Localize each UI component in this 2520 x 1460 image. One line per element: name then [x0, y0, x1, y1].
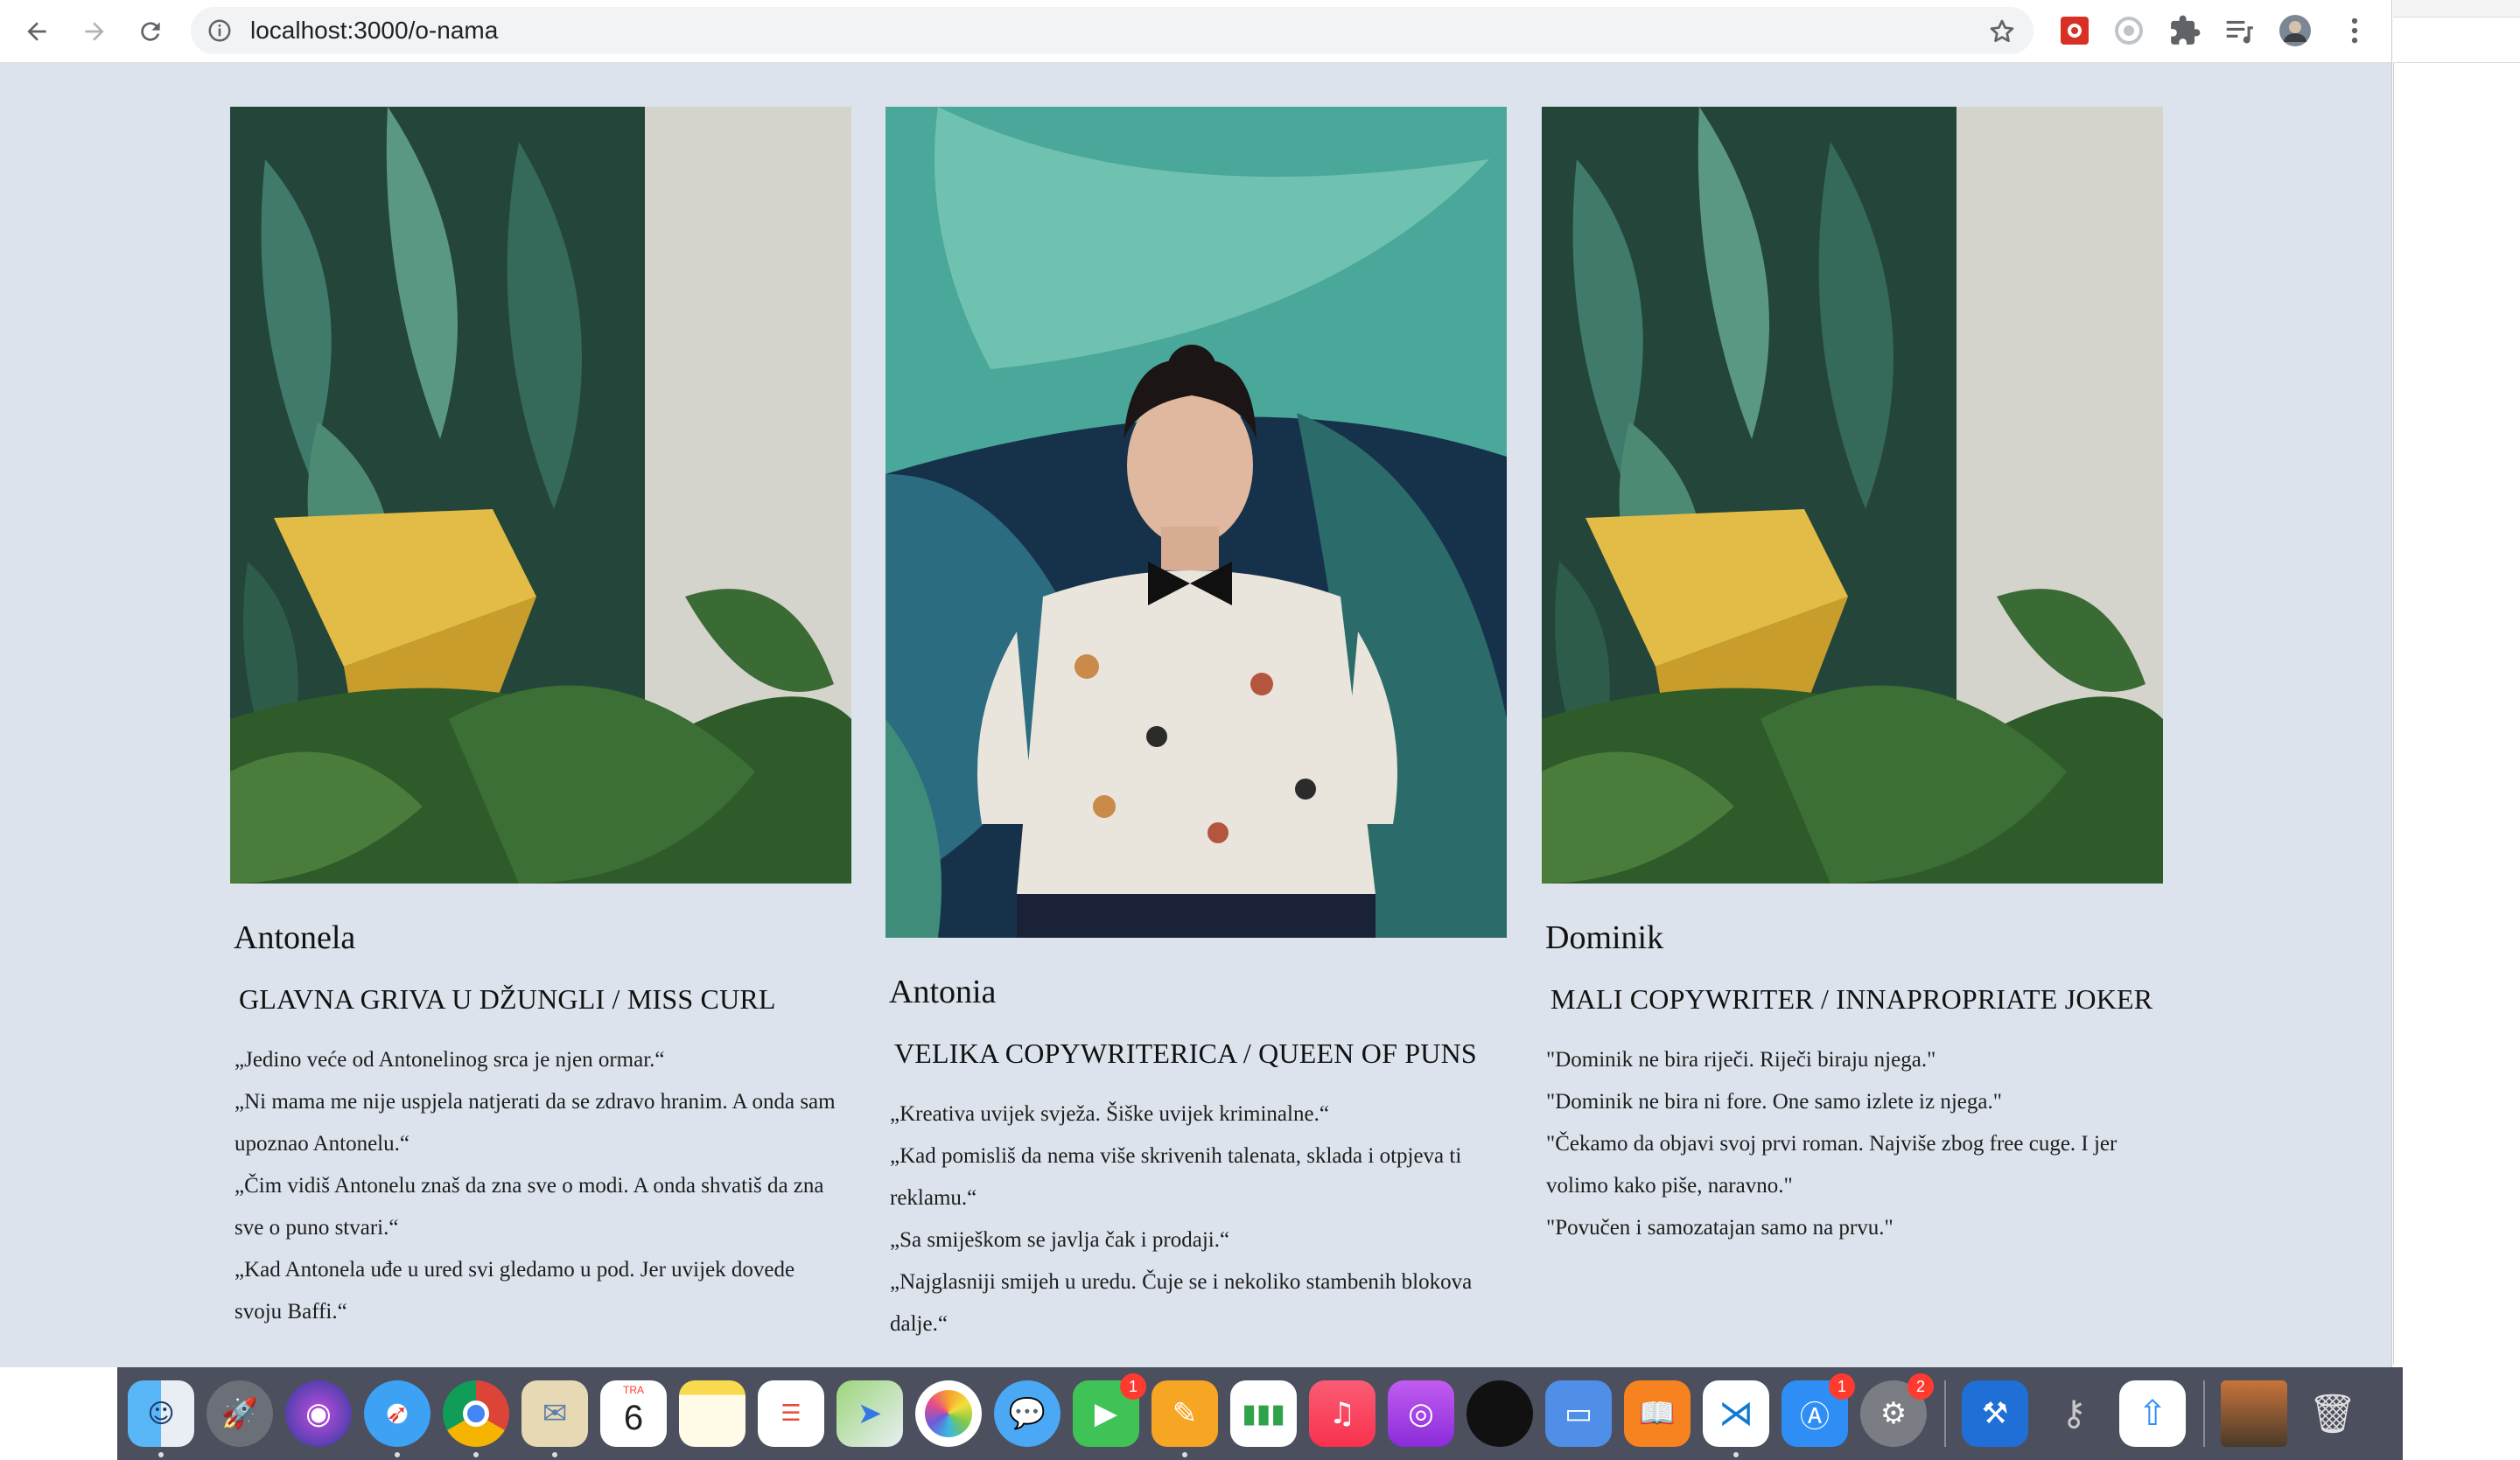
team-member-name: Antonia — [889, 974, 997, 1010]
team-member-name: Dominik — [1545, 919, 1664, 956]
facetime-icon[interactable]: ▶ 1 — [1073, 1373, 1146, 1447]
reload-icon[interactable] — [133, 14, 168, 49]
address-bar[interactable]: localhost:3000/o-nama — [191, 7, 2034, 54]
extension-red-icon[interactable] — [2058, 14, 2091, 47]
quote: „Kreativa uvijek svježa. Šiške uvijek kr… — [890, 1102, 1329, 1126]
quote: „Najglasniji smijeh u uredu. Čuje se i n… — [890, 1270, 1473, 1336]
team-member-role: GLAVNA GRIVA U DŽUNGLI / MISS CURL — [239, 983, 776, 1015]
team-photo-dominik — [1542, 107, 2163, 884]
keychain-icon[interactable]: ⚷ — [2040, 1380, 2107, 1447]
music-icon[interactable]: ♫ — [1309, 1380, 1376, 1447]
extension-icon[interactable] — [2168, 14, 2202, 47]
macos-dock: ☺ 🚀 ◉ ➶ ✉ TRA 6 ☰ ➤ 💬 ▶ 1 ✎ ▮▮▮ ♫ ◎ ▭ 📖 ⋊… — [117, 1367, 2403, 1460]
numbers-icon[interactable]: ▮▮▮ — [1230, 1380, 1297, 1447]
quote: „Čim vidiš Antonelu znaš da zna sve o mo… — [234, 1174, 824, 1240]
xcode-icon[interactable]: ⚒ — [1962, 1380, 2028, 1447]
team-card-antonela: Antonela GLAVNA GRIVA U DŽUNGLI / MISS C… — [230, 107, 851, 1333]
books-icon[interactable]: 📖 — [1624, 1380, 1690, 1447]
team-photo-antonia — [886, 107, 1507, 938]
finder-icon[interactable]: ☺ — [128, 1380, 194, 1457]
photos-icon[interactable] — [915, 1380, 982, 1447]
extension-lens-icon[interactable] — [2112, 14, 2146, 47]
dock-separator — [1944, 1380, 1946, 1447]
transmit-icon[interactable]: ⇧ — [2119, 1380, 2186, 1447]
quote: "Dominik ne bira ni fore. One samo izlet… — [1546, 1090, 2002, 1114]
bookmark-star-icon[interactable] — [1988, 17, 2016, 45]
safari-icon[interactable]: ➶ — [364, 1380, 430, 1457]
quote: „Sa smiješkom se javlja čak i prodaji.“ — [890, 1228, 1230, 1252]
reading-list-icon[interactable] — [2222, 14, 2256, 47]
siri-icon[interactable]: ◉ — [285, 1380, 352, 1447]
info-icon[interactable] — [206, 17, 233, 44]
notes-icon[interactable] — [679, 1380, 746, 1447]
team-section: Antonela GLAVNA GRIVA U DŽUNGLI / MISS C… — [0, 63, 2391, 1367]
launchpad-icon[interactable]: 🚀 — [206, 1380, 273, 1447]
team-member-role: VELIKA COPYWRITERICA / QUEEN OF PUNS — [894, 1037, 1477, 1069]
url-text[interactable]: localhost:3000/o-nama — [250, 17, 498, 45]
messages-icon[interactable]: 💬 — [994, 1380, 1060, 1447]
mail-icon[interactable]: ✉ — [522, 1380, 588, 1457]
podcasts-icon[interactable]: ◎ — [1388, 1380, 1454, 1447]
browser-window: localhost:3000/o-nama Antonela GLAVNA GR… — [0, 0, 2392, 1367]
keynote-icon[interactable]: ▭ — [1545, 1380, 1612, 1447]
background-window — [2393, 0, 2520, 1365]
team-photo-antonela — [230, 107, 851, 884]
quote: „Jedino veće od Antonelinog srca je njen… — [234, 1048, 665, 1072]
pages-icon[interactable]: ✎ — [1152, 1380, 1218, 1457]
quote: „Kad Antonela uđe u ured svi gledamo u p… — [234, 1258, 795, 1324]
trash-icon[interactable]: 🗑 — [2300, 1380, 2366, 1447]
quote: „Ni mama me nije uspjela natjerati da se… — [234, 1090, 836, 1156]
appstore-icon[interactable]: Ⓐ 1 — [1782, 1373, 1855, 1447]
vscode-icon[interactable]: ⋊ — [1703, 1380, 1769, 1457]
quote: "Povučen i samozatajan samo na prvu." — [1546, 1216, 1894, 1240]
team-member-quotes: „Jedino veće od Antonelinog srca je njen… — [234, 1039, 847, 1333]
team-member-quotes: „Kreativa uvijek svježa. Šiške uvijek kr… — [890, 1093, 1502, 1345]
screenshot-preview-icon[interactable] — [2221, 1380, 2287, 1447]
browser-toolbar: localhost:3000/o-nama — [0, 0, 2391, 63]
team-card-dominik: Dominik MALI COPYWRITER / INNAPROPRIATE … — [1542, 107, 2163, 1249]
maps-icon[interactable]: ➤ — [836, 1380, 903, 1447]
team-card-antonia: Antonia VELIKA COPYWRITERICA / QUEEN OF … — [886, 107, 1507, 1345]
team-member-role: MALI COPYWRITER / INNAPROPRIATE JOKER — [1550, 983, 2153, 1015]
more-vert-icon[interactable] — [2338, 14, 2371, 47]
forward-arrow-icon[interactable] — [77, 14, 112, 49]
dock-separator — [2203, 1380, 2205, 1447]
calendar-icon[interactable]: TRA 6 — [600, 1380, 667, 1447]
team-member-name: Antonela — [234, 919, 356, 956]
back-arrow-icon[interactable] — [19, 14, 54, 49]
quote: „Kad pomisliš da nema više skrivenih tal… — [890, 1144, 1462, 1210]
tv-icon[interactable] — [1466, 1380, 1533, 1447]
quote: "Dominik ne bira riječi. Riječi biraju n… — [1546, 1048, 1936, 1072]
reminders-icon[interactable]: ☰ — [758, 1380, 824, 1447]
profile-avatar-icon[interactable] — [2278, 14, 2312, 47]
quote: "Čekamo da objavi svoj prvi roman. Najvi… — [1546, 1132, 2118, 1198]
system-preferences-icon[interactable]: ⚙ 2 — [1860, 1373, 1934, 1447]
chrome-icon[interactable] — [443, 1380, 509, 1457]
team-member-quotes: "Dominik ne bira riječi. Riječi biraju n… — [1546, 1039, 2159, 1249]
